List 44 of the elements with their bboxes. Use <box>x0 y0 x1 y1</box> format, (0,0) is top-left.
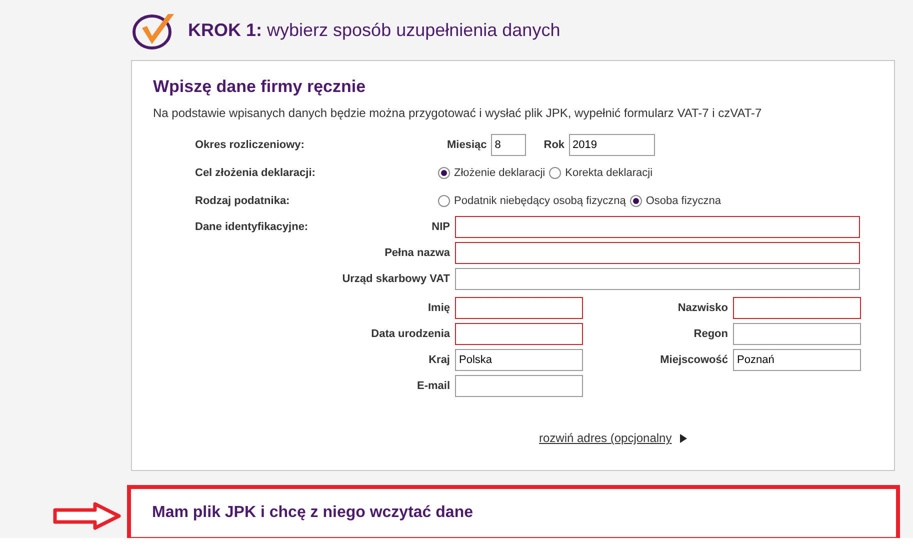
field-label: Data urodzenia <box>370 328 451 340</box>
year-field[interactable]: 2019 <box>568 134 655 156</box>
field-label: Miejscowość <box>659 354 729 366</box>
field-label: Rodzaj podatnika: <box>195 195 291 207</box>
section-title: Mam plik JPK i chcę z niego wczytać dane <box>152 504 473 522</box>
field-label: Pełna nazwa <box>384 247 451 259</box>
play-triangle-icon <box>680 434 687 442</box>
input-field[interactable] <box>455 242 860 264</box>
radio-button[interactable] <box>630 195 642 207</box>
radio-button[interactable] <box>438 167 450 179</box>
section-title: Wpiszę dane firmy ręcznie <box>153 77 367 97</box>
radio-option[interactable]: Osoba fizyczna <box>630 195 722 207</box>
field-label: Miesiąc <box>447 139 487 151</box>
input-field[interactable] <box>455 268 860 290</box>
step-title: KROK 1: wybierz sposób uzupełnienia danych <box>188 20 560 40</box>
field-label: Cel złożenia deklaracji: <box>195 167 316 179</box>
expand-address-link[interactable]: rozwiń adres (opcjonalny <box>539 431 672 445</box>
field-label: Dane identyfikacyjne: <box>195 221 310 233</box>
input-field[interactable] <box>455 375 583 397</box>
field-label: Regon <box>692 328 729 340</box>
input-field[interactable] <box>455 297 583 319</box>
jpk-file-option[interactable]: Mam plik JPK i chcę z niego wczytać dane <box>127 485 900 538</box>
input-field[interactable]: Polska <box>455 349 583 371</box>
radio-button[interactable] <box>438 195 450 207</box>
input-field[interactable] <box>733 297 861 319</box>
field-label: Kraj <box>428 354 451 366</box>
field-label: Nazwisko <box>676 302 729 314</box>
field-label: Imię <box>426 302 451 314</box>
input-field[interactable] <box>733 323 861 345</box>
field-label: NIP <box>430 221 451 233</box>
section-description: Na podstawie wpisanych danych będzie można przygotować i wysłać plik JPK, wypełnić formularz VAT-7 i czVAT-7 <box>153 106 763 120</box>
radio-option[interactable]: Podatnik niebędący osobą fizyczną <box>438 195 626 207</box>
month-field[interactable]: 8 <box>490 134 526 156</box>
field-label: E-mail <box>416 380 451 392</box>
arrow-icon <box>53 502 121 530</box>
input-field[interactable]: Poznań <box>733 349 861 371</box>
field-label: Rok <box>544 139 565 151</box>
field-label: Urząd skarbowy VAT <box>341 273 451 285</box>
radio-button[interactable] <box>549 167 562 179</box>
input-field[interactable] <box>455 323 583 345</box>
radio-option[interactable]: Korekta deklaracji <box>549 167 653 179</box>
radio-option[interactable]: Złożenie deklaracji <box>438 167 546 179</box>
input-field[interactable] <box>455 216 860 238</box>
field-label: Okres rozliczeniowy: <box>195 139 306 151</box>
